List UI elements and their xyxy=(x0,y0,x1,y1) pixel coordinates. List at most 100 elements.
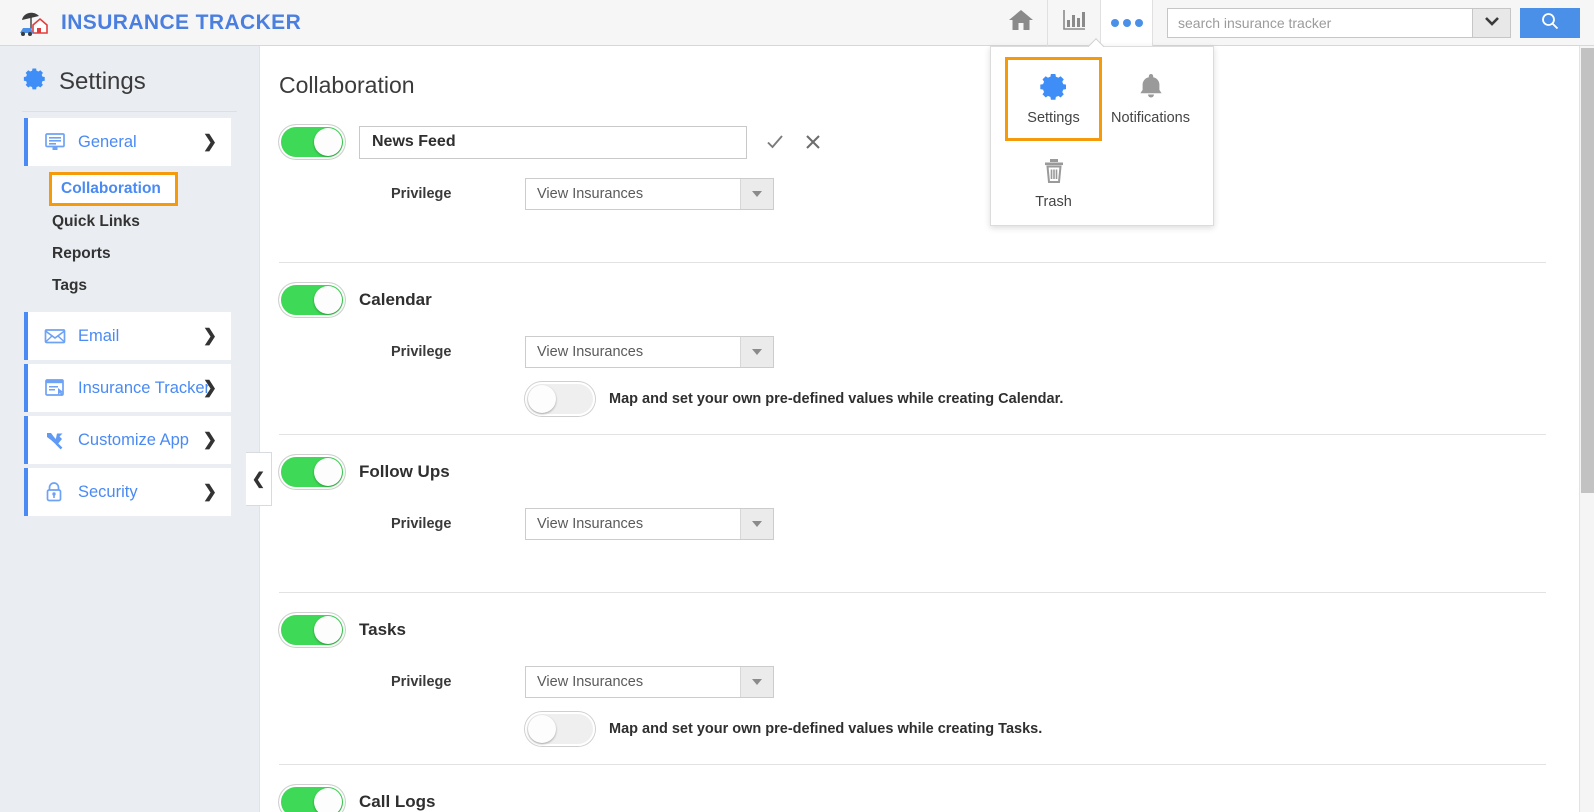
section-title: Call Logs xyxy=(359,792,436,811)
privilege-label: Privilege xyxy=(391,186,452,202)
page-title: Collaboration xyxy=(279,72,415,98)
toggle-knob xyxy=(314,616,342,644)
enable-toggle[interactable] xyxy=(279,785,345,812)
main-content: Collaboration News Feed Privilege View I… xyxy=(260,46,1580,812)
app-root: INSURANCE TRACKER search insurance track… xyxy=(0,0,1594,812)
toggle-knob xyxy=(314,788,342,812)
sidebar-item-security[interactable]: Security ❯ xyxy=(24,468,231,516)
chevron-down-icon xyxy=(740,667,773,697)
section-calendar: Calendar Privilege View Insurances Map a… xyxy=(279,277,1546,435)
section-tasks: Tasks Privilege View Insurances Map and … xyxy=(279,607,1546,765)
privilege-row: Privilege View Insurances xyxy=(391,508,1546,540)
enable-toggle[interactable] xyxy=(279,455,345,489)
privilege-value: View Insurances xyxy=(537,344,644,360)
privilege-select[interactable]: View Insurances xyxy=(525,508,774,540)
privilege-select[interactable]: View Insurances xyxy=(525,336,774,368)
section-title: Tasks xyxy=(359,620,406,639)
menu-item-settings[interactable]: Settings xyxy=(1005,57,1102,141)
sidebar-item-collaboration[interactable]: Collaboration xyxy=(49,172,178,206)
app-logo-text: INSURANCE TRACKER xyxy=(61,10,302,34)
menu-item-label: Settings xyxy=(1027,110,1080,126)
enable-toggle[interactable] xyxy=(279,283,345,317)
privilege-label: Privilege xyxy=(391,516,452,532)
map-values-toggle[interactable] xyxy=(525,382,595,416)
search-input[interactable] xyxy=(1168,8,1472,37)
sidebar-sublist-general: Collaboration Quick Links Reports Tags xyxy=(0,170,259,308)
privilege-select[interactable]: View Insurances xyxy=(525,178,774,210)
chevron-down-icon xyxy=(1484,14,1500,32)
map-values-text: Map and set your own pre-defined values … xyxy=(609,721,1043,737)
privilege-label: Privilege xyxy=(391,344,452,360)
menu-item-label: Notifications xyxy=(1111,110,1190,126)
chevron-down-icon xyxy=(740,509,773,539)
sidebar-item-email[interactable]: Email ❯ xyxy=(24,312,231,360)
section-header-row: Follow Ups xyxy=(279,449,1546,495)
chevron-down-icon xyxy=(740,337,773,367)
tools-icon xyxy=(44,430,70,450)
privilege-row: Privilege View Insurances xyxy=(391,336,1546,368)
section-news-feed: Privilege View Insurances xyxy=(279,117,1546,263)
sidebar-item-reports[interactable]: Reports xyxy=(0,238,259,270)
map-values-toggle[interactable] xyxy=(525,712,595,746)
close-icon[interactable] xyxy=(803,132,823,152)
sidebar-item-customize-app[interactable]: Customize App ❯ xyxy=(24,416,231,464)
page-scrollbar[interactable] xyxy=(1579,46,1594,812)
toggle-knob xyxy=(314,458,342,486)
home-button[interactable] xyxy=(994,0,1047,46)
chevron-right-icon: ❯ xyxy=(202,326,217,345)
map-values-row: Map and set your own pre-defined values … xyxy=(525,712,1546,746)
enable-toggle[interactable] xyxy=(279,125,345,159)
main-inner: Collaboration News Feed Privilege View I… xyxy=(260,46,1580,812)
menu-grid: Settings Notifications Trash xyxy=(991,57,1213,225)
gear-icon xyxy=(22,66,48,97)
menu-caret xyxy=(1087,38,1105,47)
check-icon[interactable] xyxy=(765,132,785,152)
more-menu-panel: Settings Notifications Trash xyxy=(990,46,1214,226)
section-name-input[interactable] xyxy=(359,125,747,159)
umbrella-house-car-icon xyxy=(18,8,52,38)
map-values-row: Map and set your own pre-defined values … xyxy=(525,382,1546,416)
app-logo[interactable]: INSURANCE TRACKER xyxy=(0,8,301,38)
menu-item-trash[interactable]: Trash xyxy=(1005,141,1102,225)
privilege-value: View Insurances xyxy=(537,674,644,690)
sidebar-item-tags[interactable]: Tags xyxy=(0,270,259,302)
home-icon xyxy=(1007,7,1035,38)
three-dots-icon xyxy=(1110,18,1143,27)
privilege-row: Privilege View Insurances xyxy=(391,178,1546,210)
toggle-knob xyxy=(528,385,556,413)
section-header-row: Tasks xyxy=(279,607,1546,653)
search-submit-button[interactable] xyxy=(1520,7,1580,38)
privilege-value: View Insurances xyxy=(537,186,644,202)
sidebar-item-quick-links[interactable]: Quick Links xyxy=(0,206,259,238)
privilege-select[interactable]: View Insurances xyxy=(525,666,774,698)
section-title: Calendar xyxy=(359,290,432,309)
section-follow-ups: Follow Ups Privilege View Insurances xyxy=(279,449,1546,593)
chevron-left-icon: ❮ xyxy=(251,471,266,488)
section-call-logs: Call Logs Privilege View Insurances xyxy=(279,779,1546,812)
privilege-value: View Insurances xyxy=(537,516,644,532)
sidebar-divider xyxy=(22,111,237,112)
screen-icon xyxy=(44,132,70,152)
chevron-right-icon: ❯ xyxy=(202,132,217,151)
settings-sidebar: Settings General ❯ Collaboration Quick L… xyxy=(0,46,260,812)
search-icon xyxy=(1540,11,1560,34)
sidebar-item-general[interactable]: General ❯ xyxy=(24,118,231,166)
chevron-down-icon xyxy=(740,179,773,209)
scrollbar-thumb[interactable] xyxy=(1581,48,1594,493)
more-menu-button[interactable] xyxy=(1100,0,1153,46)
enable-toggle[interactable] xyxy=(279,613,345,647)
sidebar-item-insurance-tracker[interactable]: Insurance Tracker ❯ xyxy=(24,364,231,412)
gear-icon xyxy=(1038,70,1070,104)
toggle-knob xyxy=(314,286,342,314)
sidebar-collapse-handle[interactable]: ❮ xyxy=(246,452,272,506)
header-icon-bar xyxy=(994,0,1153,46)
section-header-row: Call Logs xyxy=(279,779,1546,812)
document-icon xyxy=(44,378,70,398)
privilege-label: Privilege xyxy=(391,674,452,690)
search-scope-dropdown[interactable] xyxy=(1472,8,1510,37)
chevron-right-icon: ❯ xyxy=(202,378,217,397)
menu-item-notifications[interactable]: Notifications xyxy=(1102,57,1199,141)
trash-icon xyxy=(1041,154,1067,188)
